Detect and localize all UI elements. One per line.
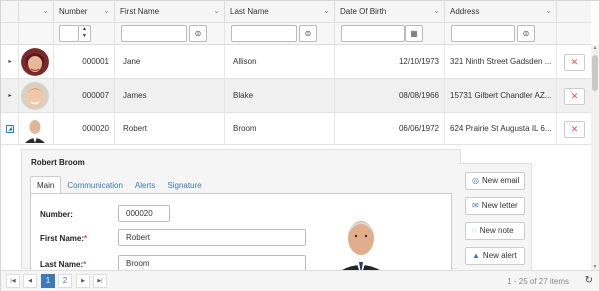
cell-last-name: Broom: [225, 113, 335, 145]
cell-dob: 06/06/1972: [335, 113, 445, 145]
table-row[interactable]: ▸ 000001 Jane Allison 12/10/1973 321 Nin…: [1, 45, 591, 79]
expand-arrow-icon[interactable]: ▸: [6, 58, 14, 66]
detail-panel: Robert Broom Main Communication Alerts Sign…: [21, 149, 461, 276]
customer-grid: ⌄ Number ⌄ First Name ⌄ Last Name ⌄ Date Of…: [0, 0, 600, 291]
cell-first-name: Jane: [115, 45, 225, 79]
filter-icon[interactable]: ⊜: [189, 25, 207, 42]
expand-arrow-icon[interactable]: ▸: [6, 92, 14, 100]
chevron-down-icon[interactable]: ⌄: [433, 6, 440, 15]
header-last-name[interactable]: Last Name ⌄: [225, 1, 335, 23]
first-page-icon[interactable]: |◀: [6, 274, 20, 288]
cell-address: 624 Prairie St Augusta IL 6...: [445, 113, 557, 145]
tab-communication[interactable]: Communication: [61, 177, 129, 194]
cell-dob: 12/10/1973: [335, 45, 445, 79]
delete-icon[interactable]: ✕: [564, 88, 585, 105]
spinner-icon[interactable]: ▲ ▼: [79, 25, 91, 42]
page-2-button[interactable]: 2: [58, 274, 72, 288]
letter-icon: ✉: [472, 201, 479, 210]
header-photo-col[interactable]: ⌄: [19, 1, 54, 23]
collapse-icon[interactable]: ◢: [6, 125, 14, 133]
table-row-expanded[interactable]: ◢ 000020 Robert Broom 06/06/1972 624 Pra…: [1, 113, 591, 145]
grid-header: ⌄ Number ⌄ First Name ⌄ Last Name ⌄ Date Of…: [1, 1, 591, 23]
header-expand-col: [1, 1, 19, 23]
email-icon: ◎: [472, 176, 479, 185]
pager: |◀ ◀ 1 2 ▶ ▶| 1 - 25 of 27 items ↻: [1, 270, 599, 291]
detail-tabs: Main Communication Alerts Signature: [30, 176, 208, 193]
tab-signature[interactable]: Signature: [161, 177, 207, 194]
cell-address: 321 Ninth Street Gadsden ...: [445, 45, 557, 79]
first-name-label: First Name:*: [40, 234, 88, 243]
refresh-icon[interactable]: ↻: [585, 275, 593, 286]
number-field[interactable]: 000020: [118, 205, 170, 222]
header-first-name[interactable]: First Name ⌄: [115, 1, 225, 23]
cell-number: 000007: [54, 79, 115, 113]
cell-first-name: James: [115, 79, 225, 113]
new-alert-button[interactable]: ▲ New alert: [465, 247, 525, 265]
cell-number: 000020: [54, 113, 115, 145]
vertical-scrollbar[interactable]: ▲ ▼: [591, 45, 599, 270]
new-letter-button[interactable]: ✉ New letter: [465, 197, 525, 215]
last-name-field[interactable]: Broom: [118, 255, 306, 271]
chevron-down-icon[interactable]: ⌄: [545, 6, 552, 15]
avatar: [21, 82, 49, 110]
dob-filter-input[interactable]: [341, 25, 405, 42]
row-detail: Robert Broom Main Communication Alerts Sign…: [1, 145, 591, 276]
alert-icon: ▲: [472, 251, 480, 260]
calendar-icon[interactable]: ▦: [405, 25, 423, 42]
cell-first-name: Robert: [115, 113, 225, 145]
last-name-label: Last Name:*: [40, 260, 87, 269]
detail-actions: ◎ New email ✉ New letter ◌ New note ▲ New al…: [458, 163, 532, 273]
header-dob[interactable]: Date Of Birth ⌄: [335, 1, 445, 23]
note-icon: ◌: [472, 226, 477, 235]
number-label: Number:: [40, 210, 73, 219]
page-1-button[interactable]: 1: [41, 274, 55, 288]
cell-last-name: Allison: [225, 45, 335, 79]
new-email-button[interactable]: ◎ New email: [465, 172, 525, 190]
chevron-down-icon[interactable]: ⌄: [323, 6, 330, 15]
chevron-down-icon[interactable]: ⌄: [42, 6, 49, 15]
table-row[interactable]: ▸ 000007 James Blake 08/08/1966 15731 Gi…: [1, 79, 591, 113]
filter-icon[interactable]: ⊜: [299, 25, 317, 42]
header-address[interactable]: Address ⌄: [445, 1, 557, 23]
cell-dob: 08/08/1966: [335, 79, 445, 113]
last-name-filter-input[interactable]: [231, 25, 297, 42]
scrollbar-thumb[interactable]: [592, 55, 598, 91]
cell-last-name: Blake: [225, 79, 335, 113]
filter-icon[interactable]: ⊜: [517, 25, 535, 42]
chevron-down-icon[interactable]: ⌄: [103, 6, 110, 15]
scroll-up-icon[interactable]: ▲: [592, 45, 598, 51]
next-page-icon[interactable]: ▶: [76, 274, 90, 288]
last-page-icon[interactable]: ▶|: [93, 274, 107, 288]
address-filter-input[interactable]: [451, 25, 515, 42]
header-actions-col: [557, 1, 591, 23]
avatar: [21, 48, 49, 76]
first-name-field[interactable]: Robert: [118, 229, 306, 246]
tab-main[interactable]: Main: [30, 176, 62, 193]
number-filter-input[interactable]: [59, 25, 79, 42]
chevron-down-icon[interactable]: ⌄: [213, 6, 220, 15]
header-number[interactable]: Number ⌄: [54, 1, 115, 23]
prev-page-icon[interactable]: ◀: [23, 274, 37, 288]
filter-row: ▲ ▼ ⊜ ⊜ ▦ ⊜: [1, 23, 591, 45]
delete-icon[interactable]: ✕: [564, 54, 585, 71]
detail-title: Robert Broom: [31, 158, 85, 167]
tab-main-content: Number: 000020 First Name:* Robert Last …: [30, 193, 452, 276]
tab-alerts[interactable]: Alerts: [129, 177, 161, 194]
pager-info: 1 - 25 of 27 items: [507, 277, 569, 286]
avatar: [23, 115, 47, 143]
delete-icon[interactable]: ✕: [564, 121, 585, 138]
cell-number: 000001: [54, 45, 115, 79]
new-note-button[interactable]: ◌ New note: [465, 222, 525, 240]
customer-photo: [331, 210, 391, 276]
cell-address: 15731 Gilbert Chandler AZ...: [445, 79, 557, 113]
first-name-filter-input[interactable]: [121, 25, 187, 42]
